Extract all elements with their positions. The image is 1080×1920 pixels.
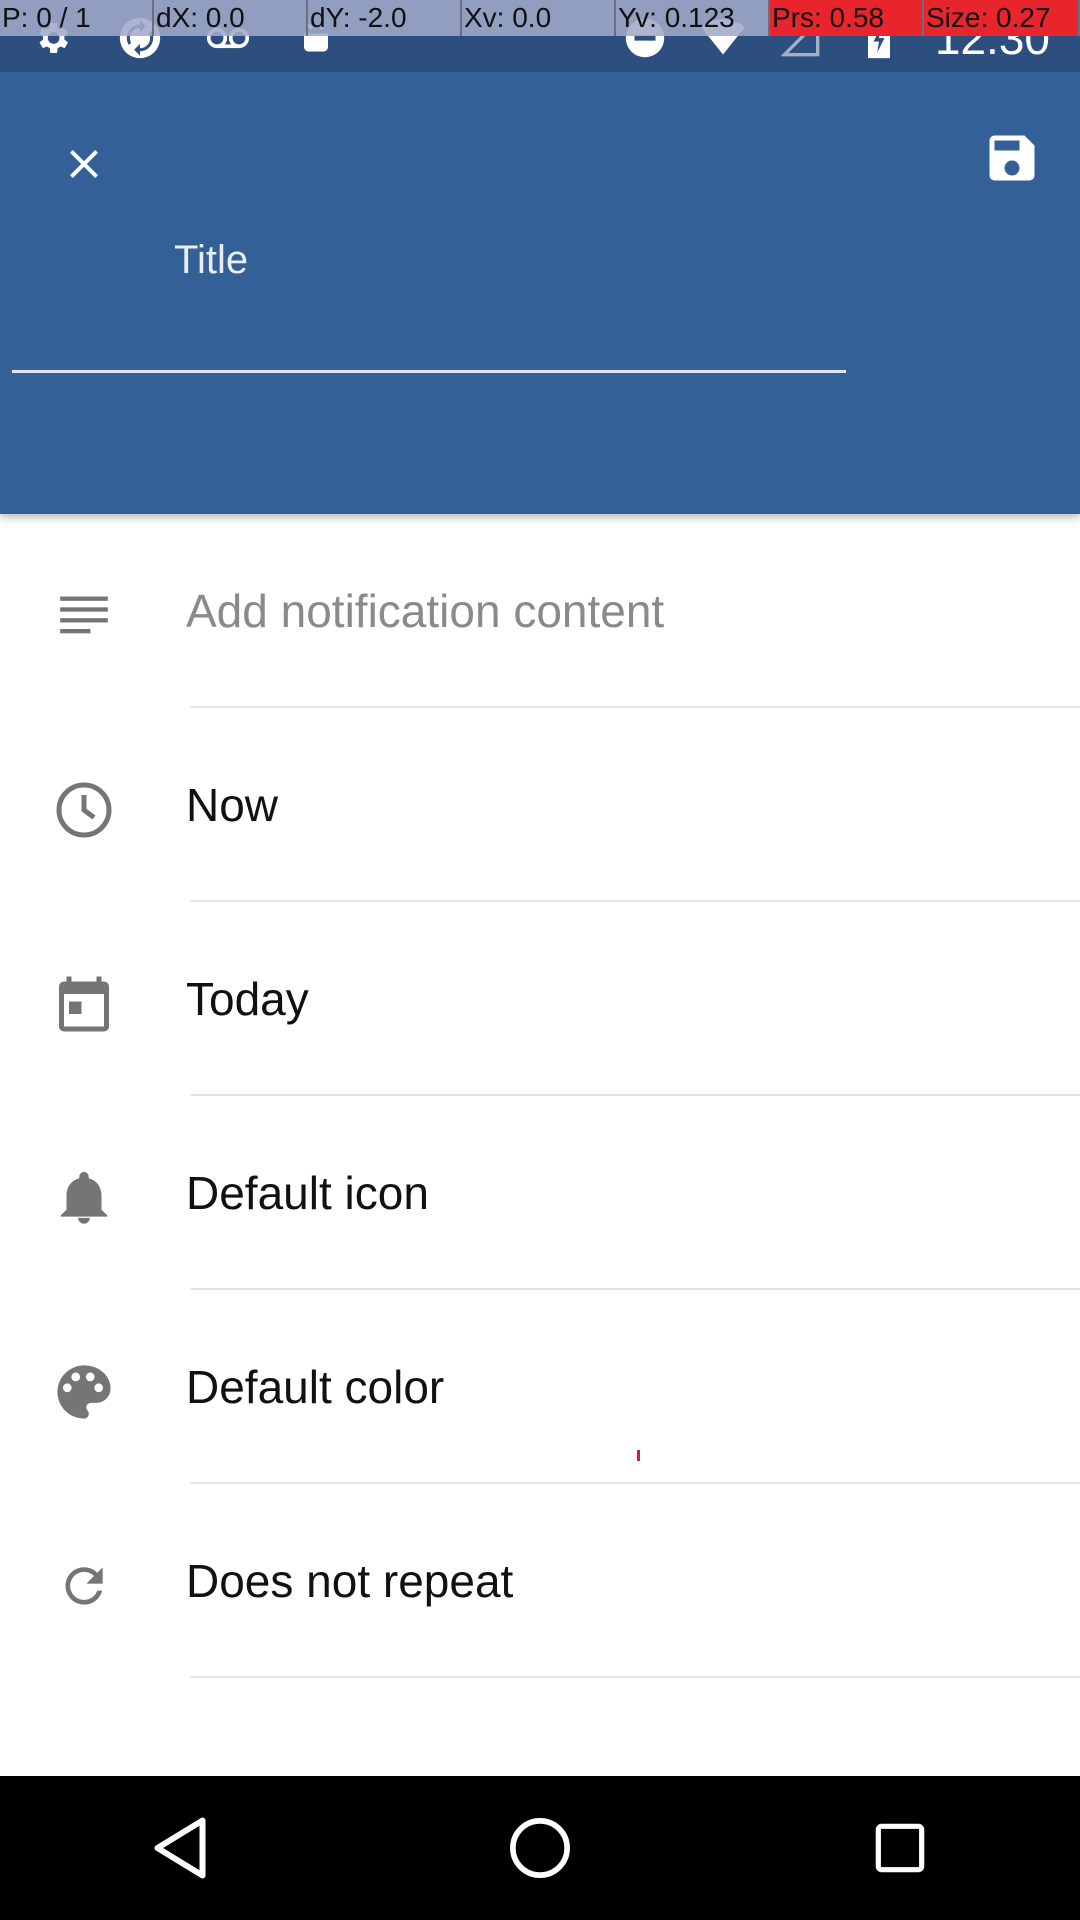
icon-row[interactable]: Default icon bbox=[0, 1096, 1080, 1290]
time-row[interactable]: Now bbox=[0, 708, 1080, 902]
repeat-row[interactable]: Does not repeat bbox=[0, 1484, 1080, 1678]
clock-icon bbox=[50, 776, 118, 844]
debug-pointer: P: 0 / 1 bbox=[0, 0, 154, 36]
options-list: Add notification content Now Today Defau… bbox=[0, 514, 1080, 1678]
repeat-icon bbox=[50, 1552, 118, 1620]
recents-icon bbox=[875, 1823, 925, 1873]
debug-size: Size: 0.27 bbox=[924, 0, 1080, 36]
color-row[interactable]: Default color bbox=[0, 1290, 1080, 1484]
icon-label: Default icon bbox=[186, 1167, 429, 1219]
calendar-icon bbox=[50, 970, 118, 1038]
close-button[interactable] bbox=[44, 124, 124, 204]
title-underline bbox=[12, 370, 846, 373]
time-label: Now bbox=[186, 779, 279, 831]
date-row[interactable]: Today bbox=[0, 902, 1080, 1096]
palette-icon bbox=[50, 1358, 118, 1426]
debug-yv: Yv: 0.123 bbox=[616, 0, 770, 36]
recents-button[interactable] bbox=[840, 1788, 960, 1908]
content-placeholder: Add notification content bbox=[186, 585, 665, 637]
home-icon bbox=[510, 1818, 570, 1878]
save-icon bbox=[989, 135, 1035, 181]
debug-dy: dY: -2.0 bbox=[308, 0, 462, 36]
content-row[interactable]: Add notification content bbox=[0, 514, 1080, 708]
debug-xv: Xv: 0.0 bbox=[462, 0, 616, 36]
divider bbox=[190, 1676, 1080, 1678]
notes-icon bbox=[50, 582, 118, 650]
repeat-label: Does not repeat bbox=[186, 1555, 514, 1607]
navigation-bar bbox=[0, 1776, 1080, 1920]
title-placeholder: Title bbox=[174, 238, 249, 282]
back-button[interactable] bbox=[120, 1788, 240, 1908]
debug-pressure: Prs: 0.58 bbox=[770, 0, 924, 36]
close-icon bbox=[70, 150, 98, 178]
back-icon bbox=[154, 1817, 206, 1879]
pointer-debug-overlay: P: 0 / 1 dX: 0.0 dY: -2.0 Xv: 0.0 Yv: 0.… bbox=[0, 0, 1080, 36]
bell-icon bbox=[50, 1164, 118, 1232]
touch-trace-mark bbox=[637, 1450, 640, 1461]
save-button[interactable] bbox=[972, 118, 1052, 198]
debug-dx: dX: 0.0 bbox=[154, 0, 308, 36]
edit-header: Title bbox=[0, 72, 1080, 514]
color-label: Default color bbox=[186, 1361, 445, 1413]
title-input[interactable]: Title bbox=[174, 238, 1020, 454]
home-button[interactable] bbox=[480, 1788, 600, 1908]
date-label: Today bbox=[186, 973, 309, 1025]
